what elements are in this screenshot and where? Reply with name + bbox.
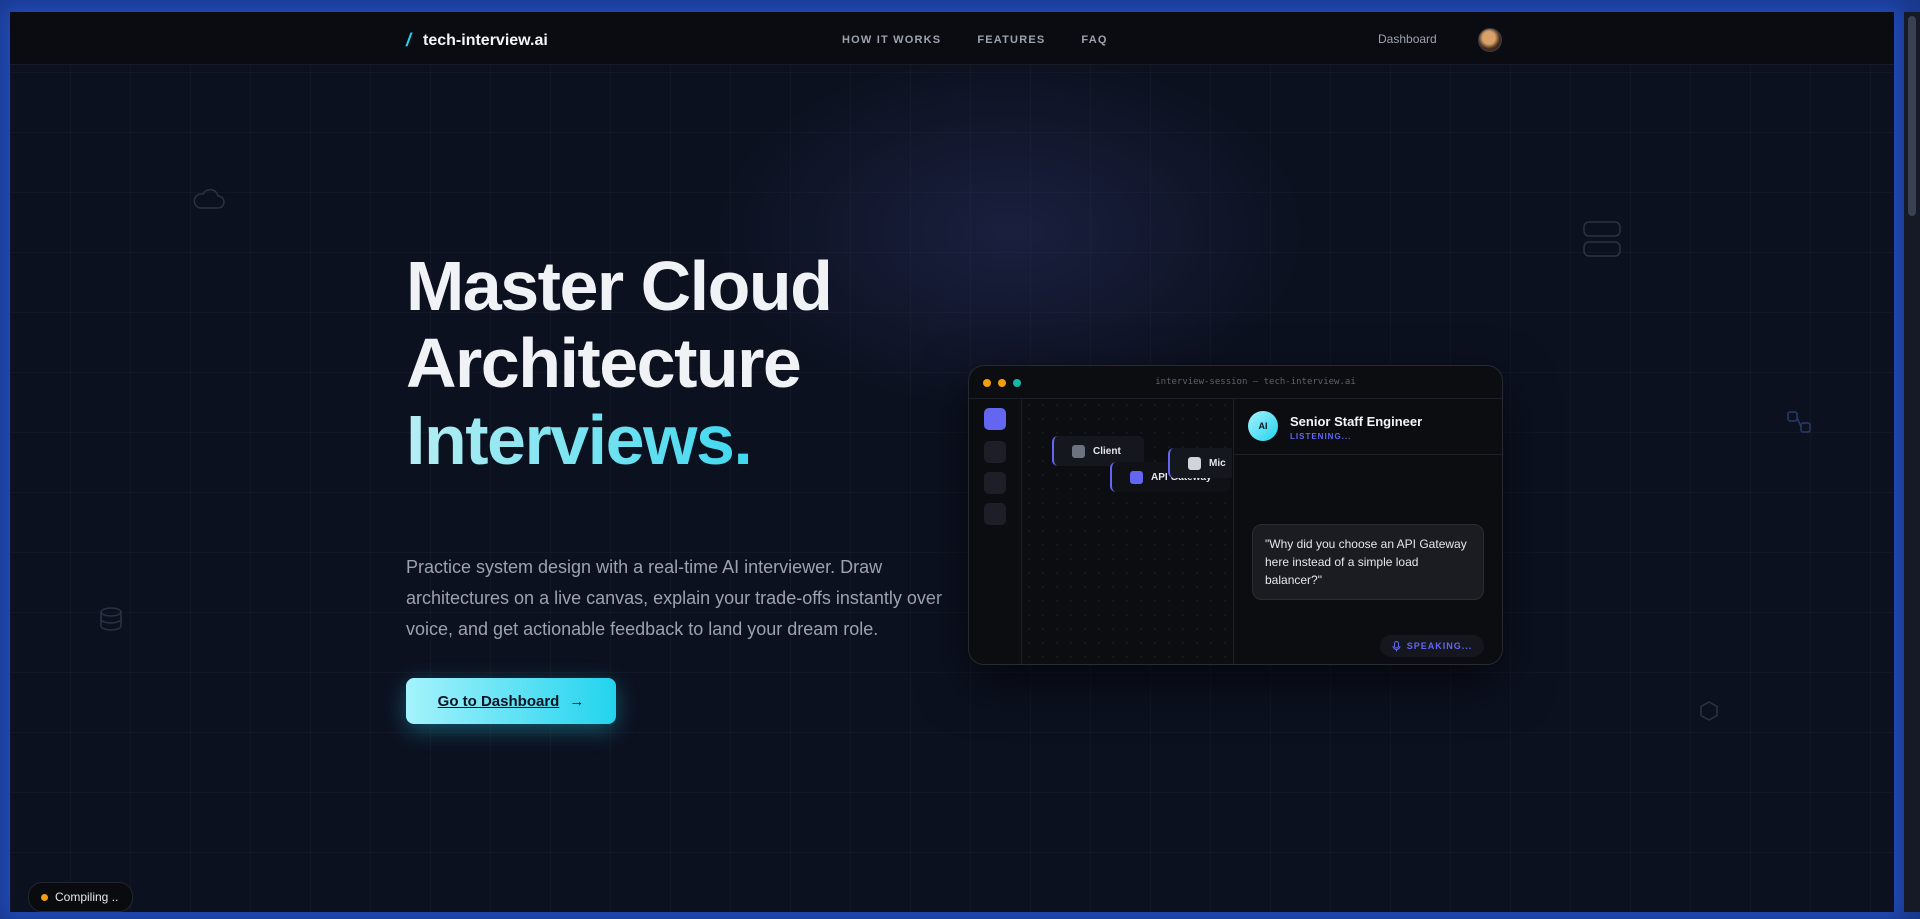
- database-icon: [100, 607, 122, 631]
- scrollbar-thumb[interactable]: [1908, 16, 1916, 216]
- network-nodes-icon: [1787, 411, 1811, 433]
- compiling-label: Compiling ..: [55, 890, 119, 904]
- server-icon: [1583, 221, 1621, 257]
- cta-label: Go to Dashboard: [437, 692, 560, 710]
- text-tool-icon[interactable]: [984, 503, 1006, 525]
- node-label: Client: [1093, 445, 1121, 457]
- connector-tool-icon[interactable]: [984, 472, 1006, 494]
- canvas-toolbar: [969, 398, 1022, 664]
- architecture-canvas[interactable]: Client API Gateway Mic: [1022, 398, 1232, 664]
- node-label: Mic: [1209, 457, 1226, 469]
- page-viewport: / tech-interview.ai HOW IT WORKS FEATURE…: [10, 12, 1894, 912]
- logo[interactable]: / tech-interview.ai: [406, 30, 548, 51]
- interviewer-panel: AI Senior Staff Engineer LISTENING... "W…: [1233, 398, 1502, 664]
- hero-title-accent: Interviews.: [406, 402, 831, 479]
- interviewer-header: AI Senior Staff Engineer LISTENING...: [1234, 398, 1502, 455]
- ai-avatar: AI: [1248, 411, 1278, 441]
- select-tool-icon[interactable]: [984, 408, 1006, 430]
- user-avatar[interactable]: [1478, 28, 1502, 52]
- hero-title-line-1: Master Cloud: [406, 247, 833, 325]
- scrollbar[interactable]: [1904, 12, 1920, 912]
- node-icon: [1130, 470, 1143, 484]
- hexagon-icon: [1700, 701, 1718, 721]
- interviewer-status: LISTENING...: [1290, 432, 1352, 441]
- node-icon: [1188, 456, 1201, 470]
- compiling-status: Compiling ..: [28, 882, 134, 912]
- nav-link-faq[interactable]: FAQ: [1081, 34, 1107, 46]
- nav-links: HOW IT WORKS FEATURES FAQ: [842, 34, 1108, 46]
- speaking-label: SPEAKING...: [1406, 641, 1473, 651]
- interview-session-preview: interview-session — tech-interview.ai Cl…: [968, 365, 1503, 665]
- arrow-right-icon: →: [569, 692, 585, 710]
- go-to-dashboard-button[interactable]: Go to Dashboard →: [406, 678, 616, 724]
- shape-tool-icon[interactable]: [984, 441, 1006, 463]
- microphone-icon: [1392, 640, 1401, 651]
- window-title: interview-session — tech-interview.ai: [1155, 377, 1356, 387]
- window-titlebar: interview-session — tech-interview.ai: [969, 366, 1502, 399]
- hero-description: Practice system design with a real-time …: [406, 557, 942, 639]
- hero-title: Master Cloud Architecture Interviews.: [406, 247, 833, 479]
- canvas-node-microservice[interactable]: Mic: [1168, 448, 1232, 478]
- nav-link-features[interactable]: FEATURES: [977, 34, 1045, 46]
- logo-slash-icon: /: [406, 30, 412, 50]
- status-dot-icon: [41, 893, 48, 901]
- top-nav: / tech-interview.ai HOW IT WORKS FEATURE…: [10, 12, 1894, 65]
- nav-link-how-it-works[interactable]: HOW IT WORKS: [842, 34, 941, 46]
- cloud-icon: [193, 188, 225, 209]
- node-icon: [1072, 444, 1085, 458]
- hero-title-line-2: Architecture: [406, 324, 802, 402]
- speaking-indicator: SPEAKING...: [1380, 635, 1484, 657]
- brand-name: tech-interview.ai: [423, 31, 548, 49]
- nav-dashboard-link[interactable]: Dashboard: [1378, 32, 1437, 46]
- interviewer-name: Senior Staff Engineer: [1290, 414, 1423, 429]
- interviewer-message: "Why did you choose an API Gateway here …: [1252, 524, 1484, 600]
